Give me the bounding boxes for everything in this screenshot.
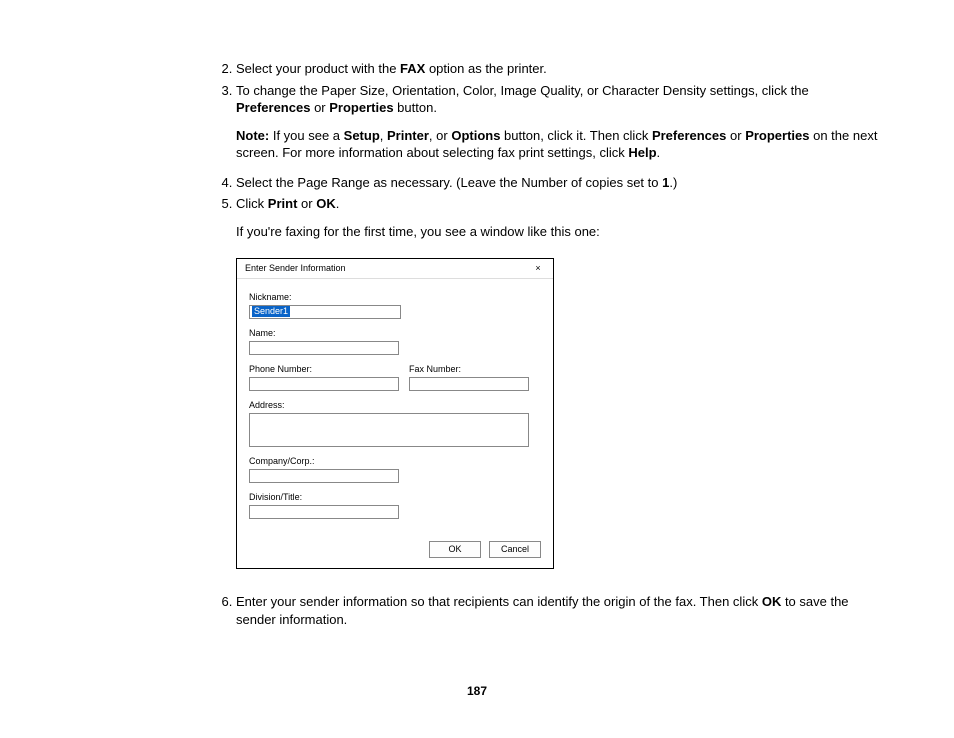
step5-bold-print: Print — [268, 196, 298, 211]
name-input[interactable] — [249, 341, 399, 355]
company-label: Company/Corp.: — [249, 455, 541, 467]
note-c1: , — [380, 128, 387, 143]
step-3: To change the Paper Size, Orientation, C… — [236, 82, 884, 162]
nickname-input[interactable]: Sender1 — [249, 305, 401, 319]
note-t1: If you see a — [269, 128, 343, 143]
fax-input[interactable] — [409, 377, 529, 391]
note-setup: Setup — [344, 128, 380, 143]
step6-text1: Enter your sender information so that re… — [236, 594, 762, 609]
step3-text2: button. — [394, 100, 437, 115]
step3-bold-preferences: Preferences — [236, 100, 310, 115]
note-c3: or — [726, 128, 745, 143]
step5-bold-ok: OK — [316, 196, 336, 211]
address-label: Address: — [249, 399, 541, 411]
step3-note: Note: If you see a Setup, Printer, or Op… — [236, 127, 884, 162]
step4-text2: .) — [669, 175, 677, 190]
note-printer: Printer — [387, 128, 429, 143]
ok-button[interactable]: OK — [429, 541, 481, 558]
dialog-titlebar: Enter Sender Information × — [237, 259, 553, 278]
note-properties: Properties — [745, 128, 809, 143]
step3-or: or — [310, 100, 329, 115]
step5-or: or — [297, 196, 316, 211]
note-t2: button, click it. Then click — [500, 128, 652, 143]
step-2: Select your product with the FAX option … — [236, 60, 884, 78]
company-input[interactable] — [249, 469, 399, 483]
step-5: Click Print or OK. If you're faxing for … — [236, 195, 884, 569]
step3-bold-properties: Properties — [329, 100, 393, 115]
close-icon[interactable]: × — [531, 262, 545, 274]
step4-text1: Select the Page Range as necessary. (Lea… — [236, 175, 662, 190]
division-label: Division/Title: — [249, 491, 541, 503]
note-options: Options — [451, 128, 500, 143]
name-label: Name: — [249, 327, 541, 339]
step5-text1: Click — [236, 196, 268, 211]
step3-text1: To change the Paper Size, Orientation, C… — [236, 83, 809, 98]
dialog-title: Enter Sender Information — [245, 262, 346, 274]
nickname-label: Nickname: — [249, 291, 541, 303]
page-number: 187 — [0, 684, 954, 698]
phone-input[interactable] — [249, 377, 399, 391]
note-label: Note: — [236, 128, 269, 143]
phone-label: Phone Number: — [249, 363, 397, 375]
address-input[interactable] — [249, 413, 529, 447]
fax-label: Fax Number: — [409, 363, 527, 375]
sender-info-dialog: Enter Sender Information × Nickname: Sen… — [236, 258, 554, 569]
cancel-button[interactable]: Cancel — [489, 541, 541, 558]
nickname-value: Sender1 — [252, 306, 290, 317]
step2-text1: Select your product with the — [236, 61, 400, 76]
note-t4: . — [657, 145, 661, 160]
step2-bold-fax: FAX — [400, 61, 425, 76]
step-6: Enter your sender information so that re… — [236, 593, 884, 628]
step5-text2: . — [336, 196, 340, 211]
step5-sub: If you're faxing for the first time, you… — [236, 223, 884, 241]
note-preferences: Preferences — [652, 128, 726, 143]
note-c2: , or — [429, 128, 451, 143]
note-help: Help — [628, 145, 656, 160]
step2-text2: option as the printer. — [425, 61, 546, 76]
step-4: Select the Page Range as necessary. (Lea… — [236, 174, 884, 192]
step6-bold-ok: OK — [762, 594, 782, 609]
division-input[interactable] — [249, 505, 399, 519]
